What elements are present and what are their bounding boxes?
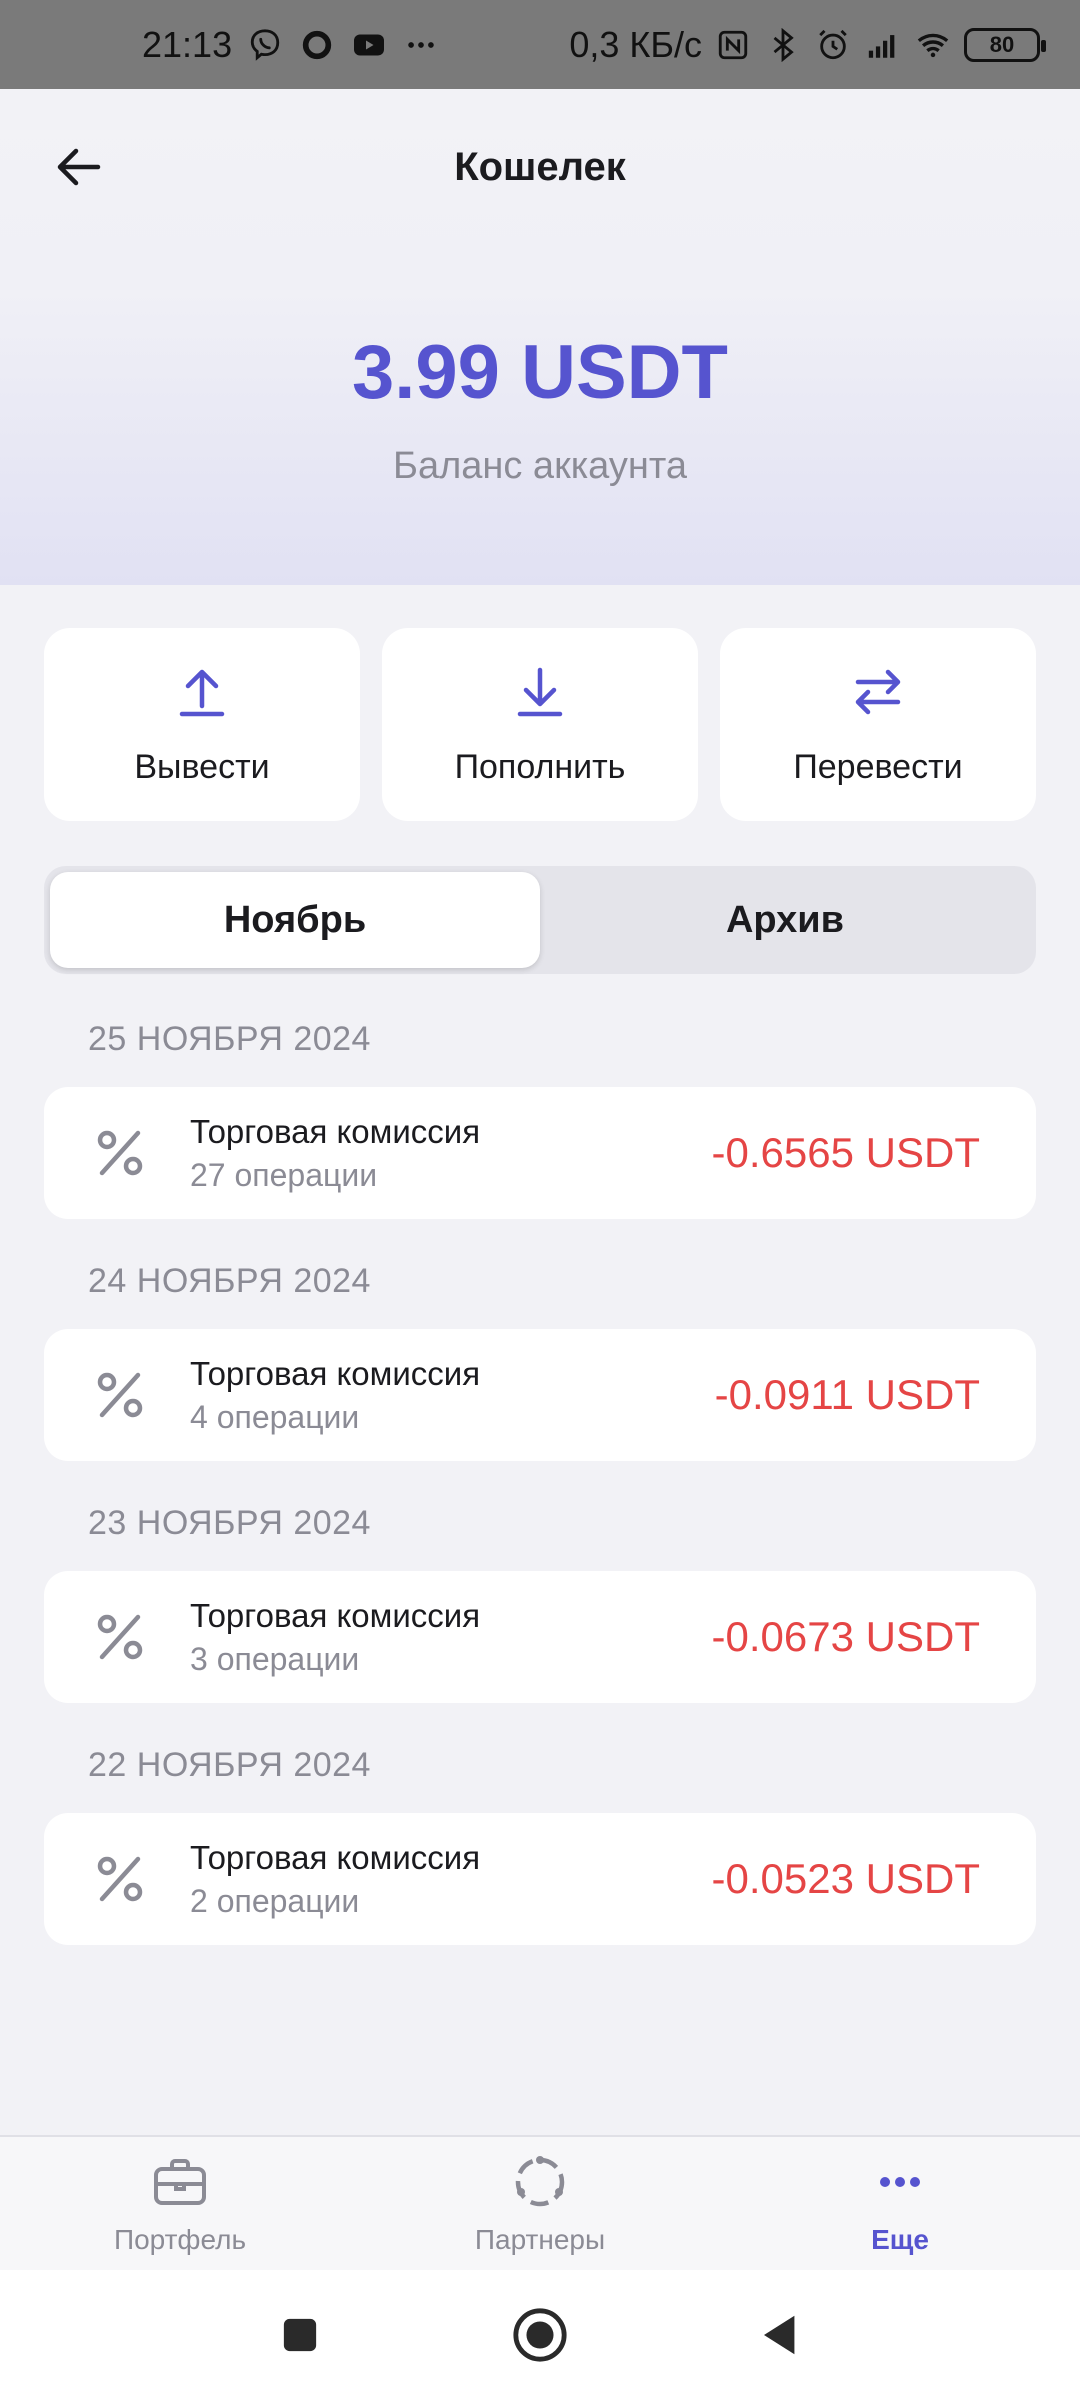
transaction-count: 3 операции — [190, 1640, 360, 1677]
deposit-label: Пополнить — [454, 748, 626, 786]
nav-partners[interactable]: Партнеры — [360, 2137, 720, 2270]
action-buttons: Вывести Пополнить Перевести — [44, 628, 1036, 821]
transaction-name: Торговая комиссия — [190, 1112, 481, 1150]
battery-level: 80 — [989, 31, 1015, 57]
status-bar: 21:13 0,3 КБ/с 80 — [0, 0, 1080, 89]
date-header: 23 НОЯБРЯ 2024 — [88, 1504, 371, 1542]
bottom-nav: Портфель Партнеры Еще — [0, 2135, 1080, 2270]
transaction-card[interactable]: Торговая комиссия 2 операции -0.0523 USD… — [44, 1813, 1036, 1945]
period-tabs: Ноябрь Архив — [44, 866, 1036, 974]
transaction-name: Торговая комиссия — [190, 1596, 481, 1634]
recents-button[interactable] — [270, 2305, 330, 2365]
transaction-name: Торговая комиссия — [190, 1838, 481, 1876]
percent-icon — [97, 1130, 143, 1176]
balance-label: Баланс аккаунта — [393, 445, 687, 487]
wallet-header: Кошелек 3.99 USDT Баланс аккаунта — [0, 89, 1080, 585]
percent-icon — [97, 1614, 143, 1660]
transfer-button[interactable]: Перевести — [720, 628, 1036, 821]
balance-amount: 3.99 USDT — [352, 330, 728, 415]
transaction-group: 23 НОЯБРЯ 2024 Торговая комиссия 3 опера… — [44, 1504, 1036, 1703]
more-dots-icon — [402, 26, 440, 64]
transaction-group: 24 НОЯБРЯ 2024 Торговая комиссия 4 опера… — [44, 1262, 1036, 1461]
date-header: 24 НОЯБРЯ 2024 — [88, 1262, 371, 1300]
alarm-icon — [814, 26, 852, 64]
partners-circle-icon — [515, 2155, 565, 2206]
transaction-card[interactable]: Торговая комиссия 27 операции -0.6565 US… — [44, 1087, 1036, 1219]
upload-arrow-icon — [179, 669, 225, 717]
status-time: 21:13 — [142, 23, 233, 65]
battery-icon: 80 — [964, 27, 1046, 62]
briefcase-icon — [154, 2158, 206, 2205]
transaction-amount: -0.0911 USDT — [714, 1371, 980, 1418]
transaction-group: 22 НОЯБРЯ 2024 Торговая комиссия 2 опера… — [44, 1746, 1036, 1945]
transaction-group: 25 НОЯБРЯ 2024 Торговая комиссия 27 опер… — [44, 1020, 1036, 1219]
swap-arrows-icon — [855, 669, 901, 715]
viber-icon — [246, 26, 284, 64]
transaction-name: Торговая комиссия — [190, 1354, 481, 1392]
date-header: 25 НОЯБРЯ 2024 — [88, 1020, 371, 1058]
wifi-icon — [914, 26, 952, 64]
date-header: 22 НОЯБРЯ 2024 — [88, 1746, 371, 1784]
network-speed: 0,3 КБ/с — [569, 23, 702, 65]
transaction-amount: -0.6565 USDT — [711, 1129, 980, 1176]
nav-portfolio-label: Портфель — [113, 2223, 247, 2255]
transaction-count: 27 операции — [190, 1156, 378, 1193]
triangle-back-icon — [764, 2315, 795, 2355]
transaction-amount: -0.0673 USDT — [711, 1613, 980, 1660]
page-title: Кошелек — [454, 145, 626, 189]
percent-icon — [97, 1856, 143, 1902]
home-button[interactable] — [510, 2305, 570, 2365]
more-dots-icon — [880, 2176, 920, 2187]
nav-partners-label: Партнеры — [474, 2223, 606, 2255]
withdraw-label: Вывести — [134, 748, 270, 786]
system-nav-bar — [0, 2270, 1080, 2400]
transaction-amount: -0.0523 USDT — [711, 1855, 980, 1902]
deposit-button[interactable]: Пополнить — [382, 628, 698, 821]
signal-icon — [864, 26, 902, 64]
transfer-label: Перевести — [793, 748, 963, 786]
bluetooth-icon — [764, 26, 802, 64]
nfc-icon — [714, 26, 752, 64]
nav-portfolio[interactable]: Портфель — [0, 2137, 360, 2270]
youtube-icon — [350, 26, 388, 64]
transaction-card[interactable]: Торговая комиссия 3 операции -0.0673 USD… — [44, 1571, 1036, 1703]
tab-november[interactable]: Ноябрь — [50, 872, 540, 968]
transaction-count: 2 операции — [190, 1882, 360, 1919]
transaction-card[interactable]: Торговая комиссия 4 операции -0.0911 USD… — [44, 1329, 1036, 1461]
percent-icon — [97, 1372, 143, 1418]
tab-archive[interactable]: Архив — [540, 872, 1030, 968]
circle-app-icon — [298, 26, 336, 64]
square-icon — [283, 2318, 317, 2352]
withdraw-button[interactable]: Вывести — [44, 628, 360, 821]
nav-more-label: Еще — [871, 2223, 929, 2255]
transaction-count: 4 операции — [190, 1398, 360, 1435]
system-back-button[interactable] — [750, 2305, 810, 2365]
download-arrow-icon — [517, 667, 563, 717]
home-circle-icon — [513, 2308, 567, 2362]
nav-more[interactable]: Еще — [720, 2137, 1080, 2270]
